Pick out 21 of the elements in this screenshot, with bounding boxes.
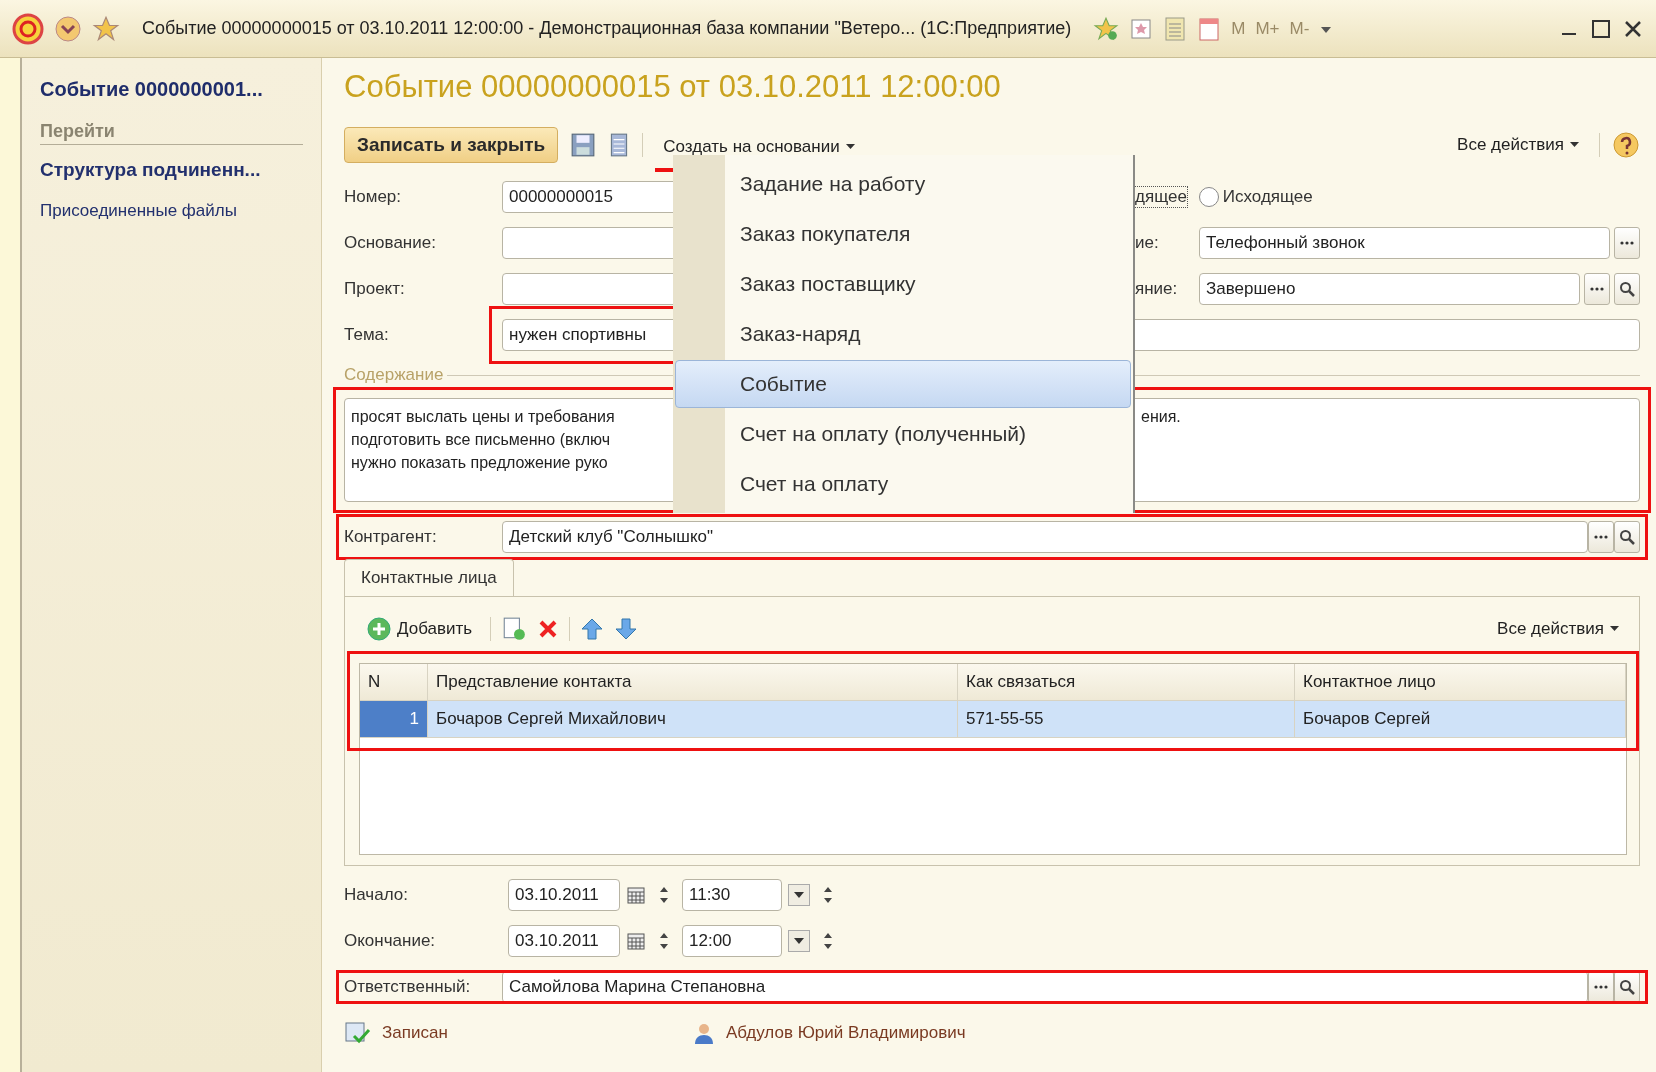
field-label: Номер: <box>344 187 403 207</box>
table-cell: 571-55-55 <box>958 701 1295 737</box>
field-label: Начало: <box>344 885 409 905</box>
status-text: Записан <box>382 1023 449 1043</box>
sidebar-title: Событие 0000000001... <box>40 78 264 101</box>
window-title: Событие 00000000015 от 03.10.2011 12:00:00 - Демонстрационная база компании "Ветеро... (1С:Предприятие) <box>142 18 1072 39</box>
field-label: Проект: <box>344 279 406 299</box>
field-label: Окончание: <box>344 931 437 951</box>
field-label: Контрагент: <box>344 527 438 547</box>
table-cell: Бочаров Сергей Михайлович <box>428 701 958 737</box>
field-label: ие: <box>1135 233 1160 253</box>
table-cell: Бочаров Сергей <box>1295 701 1626 737</box>
section-heading: Перейти <box>40 121 303 145</box>
field-label: Основание: <box>344 233 437 253</box>
group-title: Содержание <box>344 365 444 385</box>
form-title: Событие 00000000015 от 03.10.2011 12:00:00 <box>344 68 1002 106</box>
author-text: Абдулов Юрий Владимирович <box>726 1023 966 1043</box>
table-cell: 1 <box>360 701 428 737</box>
field-label: Ответственный: <box>344 977 472 997</box>
field-label: Тема: <box>344 325 390 345</box>
field-label: яние: <box>1135 279 1179 299</box>
